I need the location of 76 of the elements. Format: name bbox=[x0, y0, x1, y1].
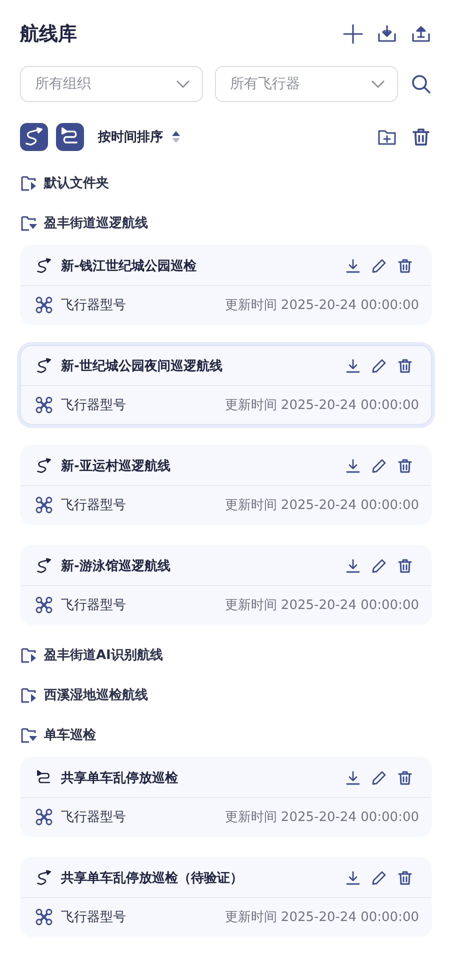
chevron-down-icon bbox=[371, 80, 385, 88]
route-name: 共享单车乱停放巡检（待验证） bbox=[61, 870, 243, 886]
aircraft-model: 飞行器型号 bbox=[61, 397, 126, 414]
route-name: 新-亚运村巡逻航线 bbox=[61, 458, 170, 474]
download-icon bbox=[345, 558, 361, 574]
drone-icon bbox=[35, 808, 53, 826]
drone-icon bbox=[35, 908, 53, 926]
chevron-down-icon bbox=[176, 80, 190, 88]
download-icon bbox=[345, 770, 361, 786]
drone-icon bbox=[35, 496, 53, 514]
curve-route-icon bbox=[35, 356, 53, 374]
route-card[interactable]: 新-钱江世纪城公园巡检 飞行器型号 更新时间 2025-20-24 00:00:00 bbox=[20, 245, 432, 325]
aircraft-model: 飞行器型号 bbox=[61, 597, 126, 614]
aircraft-model: 飞行器型号 bbox=[61, 297, 126, 314]
import-icon bbox=[377, 24, 397, 44]
aircraft-model: 飞行器型号 bbox=[61, 909, 126, 926]
folder-item[interactable]: 盈丰街道AI识别航线 bbox=[20, 635, 432, 675]
update-time: 更新时间 2025-20-24 00:00:00 bbox=[224, 597, 419, 614]
folder-item[interactable]: 盈丰街道巡逻航线 bbox=[20, 203, 432, 243]
edit-icon bbox=[371, 358, 387, 374]
route-name: 新-世纪城公园夜间巡逻航线 bbox=[61, 358, 222, 374]
drone-icon bbox=[35, 596, 53, 614]
curve-route-icon bbox=[35, 868, 53, 886]
edit-icon bbox=[371, 558, 387, 574]
sort-icon bbox=[171, 130, 181, 144]
delete-icon bbox=[397, 458, 413, 474]
add-icon bbox=[343, 24, 363, 44]
route-type-toggle[interactable] bbox=[20, 123, 48, 151]
delete-icon bbox=[411, 127, 431, 147]
route-card[interactable]: 共享单车乱停放巡检 飞行器型号 更新时间 2025-20-24 00:00:00 bbox=[20, 757, 432, 837]
export-button[interactable] bbox=[410, 23, 432, 45]
delete-icon bbox=[397, 358, 413, 374]
aircraft-model: 飞行器型号 bbox=[61, 497, 126, 514]
curve-route-icon bbox=[35, 556, 53, 574]
curve-route-icon bbox=[35, 456, 53, 474]
edit-icon bbox=[371, 870, 387, 886]
curve-route-icon bbox=[35, 256, 53, 274]
export-icon bbox=[411, 24, 431, 44]
download-icon bbox=[345, 358, 361, 374]
route-card[interactable]: 新-世纪城公园夜间巡逻航线 飞行器型号 更新时间 2025-20-24 00:00:00 bbox=[20, 345, 432, 425]
update-time: 更新时间 2025-20-24 00:00:00 bbox=[224, 397, 419, 414]
delete-icon bbox=[397, 770, 413, 786]
folder-item[interactable]: 西溪湿地巡检航线 bbox=[20, 675, 432, 715]
aircraft-model: 飞行器型号 bbox=[61, 809, 126, 826]
add-button[interactable] bbox=[342, 23, 364, 45]
folder-item[interactable]: 默认文件夹 bbox=[20, 163, 432, 203]
page-title: 航线库 bbox=[20, 22, 77, 47]
update-time: 更新时间 2025-20-24 00:00:00 bbox=[224, 297, 419, 314]
route-name: 新-游泳馆巡逻航线 bbox=[61, 558, 170, 574]
download-icon bbox=[345, 258, 361, 274]
update-time: 更新时间 2025-20-24 00:00:00 bbox=[224, 909, 419, 926]
delete-icon bbox=[397, 558, 413, 574]
drone-icon bbox=[35, 296, 53, 314]
curve-route-icon bbox=[23, 126, 45, 148]
route-card[interactable]: 新-亚运村巡逻航线 飞行器型号 更新时间 2025-20-24 00:00:00 bbox=[20, 445, 432, 525]
drone-icon bbox=[35, 396, 53, 414]
delete-icon bbox=[397, 870, 413, 886]
delete-icon bbox=[397, 258, 413, 274]
route-type-toggle[interactable] bbox=[56, 123, 84, 151]
update-time: 更新时间 2025-20-24 00:00:00 bbox=[224, 497, 419, 514]
download-icon bbox=[345, 458, 361, 474]
edit-icon bbox=[371, 458, 387, 474]
search-icon bbox=[411, 74, 431, 94]
update-time: 更新时间 2025-20-24 00:00:00 bbox=[224, 809, 419, 826]
route-card[interactable]: 新-游泳馆巡逻航线 飞行器型号 更新时间 2025-20-24 00:00:00 bbox=[20, 545, 432, 625]
route-name: 新-钱江世纪城公园巡检 bbox=[61, 258, 196, 274]
edit-icon bbox=[371, 770, 387, 786]
folder-item[interactable]: 单车巡检 bbox=[20, 715, 432, 755]
sort-button[interactable]: 按时间排序 bbox=[98, 128, 181, 146]
edit-icon bbox=[371, 258, 387, 274]
route-card[interactable]: 共享单车乱停放巡检（待验证） 飞行器型号 更新时间 2025-20-24 00:00:00 bbox=[20, 857, 432, 937]
route-name: 共享单车乱停放巡检 bbox=[61, 770, 178, 786]
import-button[interactable] bbox=[376, 23, 398, 45]
download-icon bbox=[345, 870, 361, 886]
search-button[interactable] bbox=[410, 73, 432, 95]
delete-button[interactable] bbox=[410, 126, 432, 148]
